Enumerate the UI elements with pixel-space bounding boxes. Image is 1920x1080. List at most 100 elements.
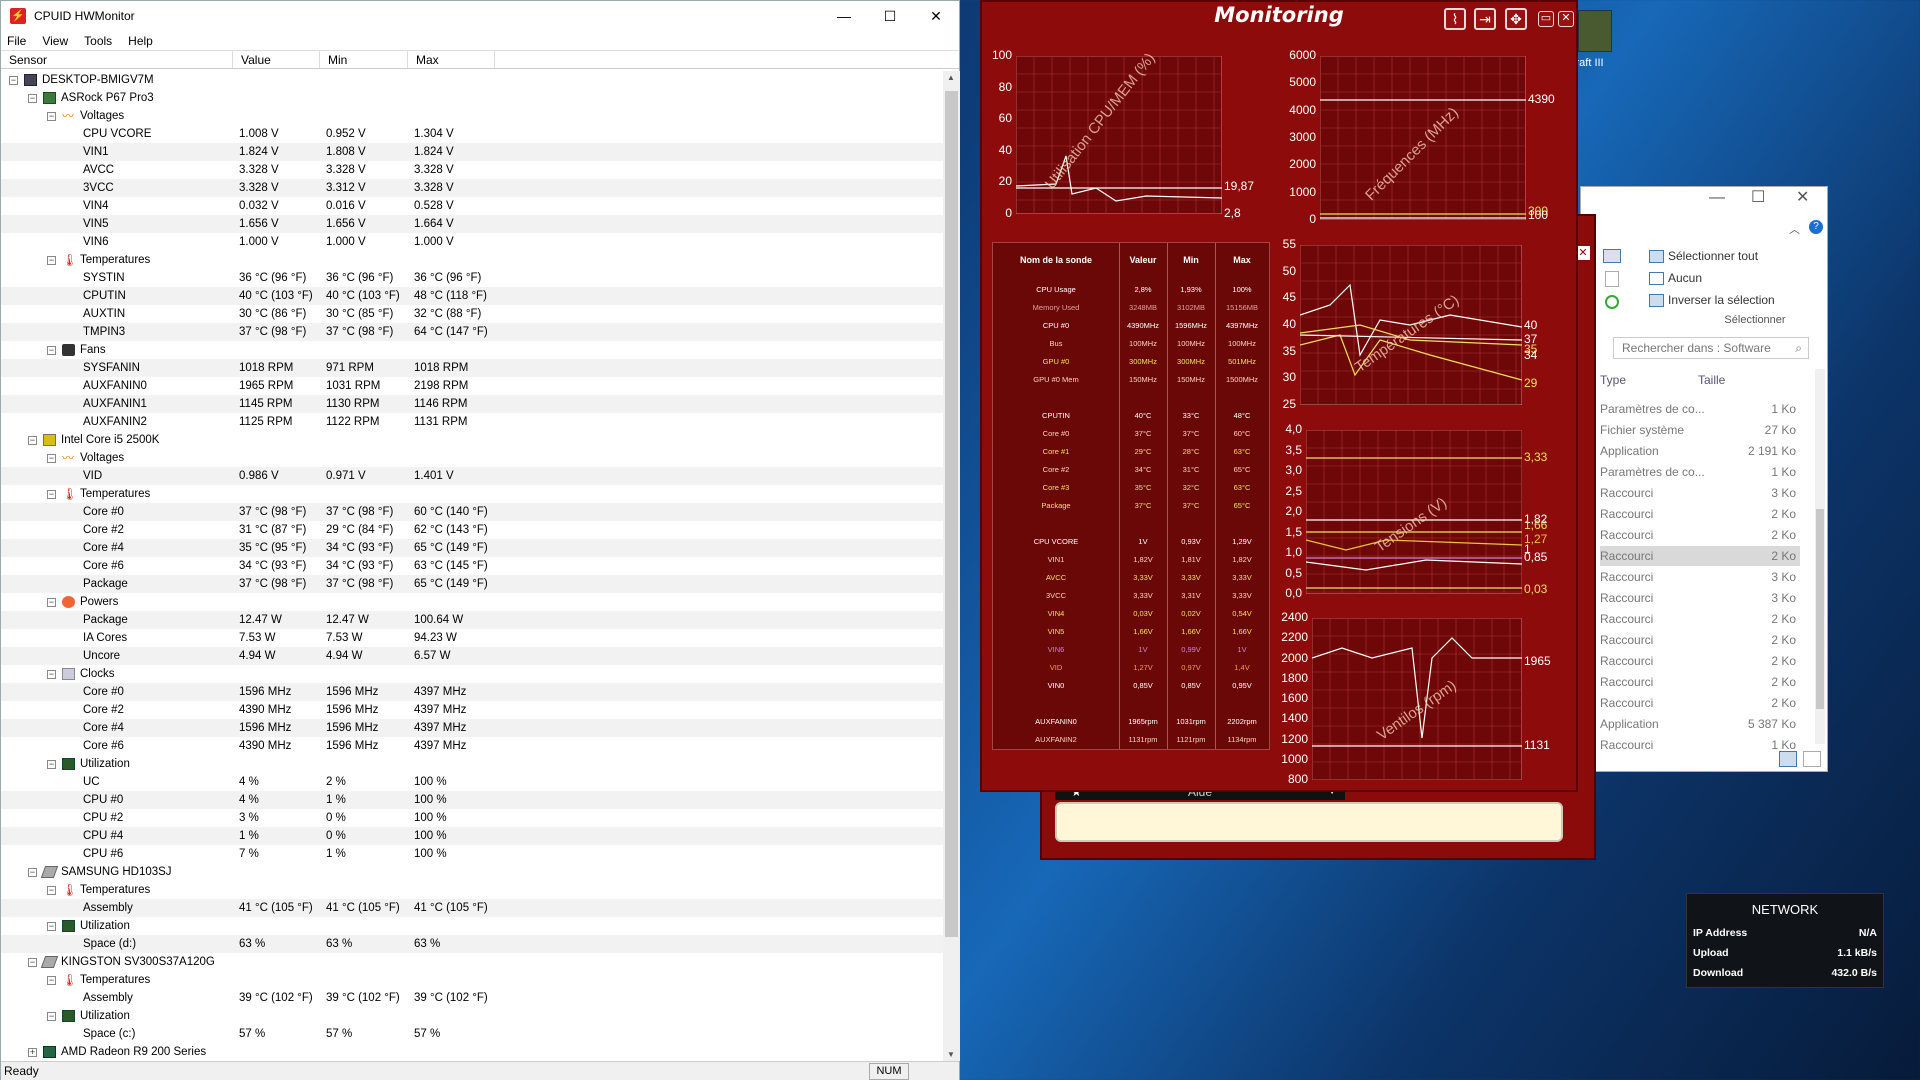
desktop-game-icon[interactable] bbox=[1578, 10, 1612, 52]
close-icon[interactable]: ✕ bbox=[1576, 246, 1590, 260]
sensor-row[interactable]: Core #0 1596 MHz 1596 MHz 4397 MHz bbox=[1, 683, 943, 701]
close-icon[interactable]: ✕ bbox=[913, 1, 959, 31]
explorer-scrollbar[interactable] bbox=[1815, 369, 1825, 744]
close-icon[interactable]: ✕ bbox=[1796, 187, 1809, 207]
sensor-row[interactable]: Core #4 35 °C (95 °F) 34 °C (93 °F) 65 °C (… bbox=[1, 539, 943, 557]
minimize-icon[interactable]: ▭ bbox=[1538, 11, 1554, 27]
details-view-icon[interactable] bbox=[1779, 751, 1797, 767]
column-sensor[interactable]: Sensor bbox=[1, 51, 233, 68]
view-toggle-icon[interactable] bbox=[1603, 249, 1621, 263]
menu-file[interactable]: File bbox=[7, 34, 26, 48]
export-icon[interactable]: ⇥ bbox=[1474, 8, 1496, 30]
expand-toggle-icon[interactable]: − bbox=[28, 867, 37, 877]
expand-toggle-icon[interactable]: − bbox=[47, 597, 56, 607]
minimize-icon[interactable]: — bbox=[1709, 189, 1725, 207]
tree-node-row[interactable]: − Powers bbox=[1, 593, 943, 611]
file-list-row[interactable]: Fichier système 27 Ko bbox=[1600, 420, 1800, 440]
sensor-row[interactable]: Core #2 4390 MHz 1596 MHz 4397 MHz bbox=[1, 701, 943, 719]
sensor-row[interactable]: Core #4 1596 MHz 1596 MHz 4397 MHz bbox=[1, 719, 943, 737]
sensor-row[interactable]: VIN5 1.656 V 1.656 V 1.664 V bbox=[1, 215, 943, 233]
refresh-icon[interactable] bbox=[1605, 295, 1619, 309]
sensor-row[interactable]: CPUTIN 40 °C (103 °F) 40 °C (103 °F) 48 °C … bbox=[1, 287, 943, 305]
sensor-row[interactable]: IA Cores 7.53 W 7.53 W 94.23 W bbox=[1, 629, 943, 647]
file-list-row[interactable]: Raccourci 3 Ko bbox=[1600, 588, 1800, 608]
sensor-row[interactable]: Core #6 4390 MHz 1596 MHz 4397 MHz bbox=[1, 737, 943, 755]
search-input[interactable]: Rechercher dans : Software ⌕ bbox=[1613, 337, 1809, 359]
expand-toggle-icon[interactable]: − bbox=[47, 255, 56, 265]
tree-node-row[interactable]: + AMD Radeon R9 200 Series bbox=[1, 1043, 943, 1061]
tree-node-row[interactable]: − 〰 Voltages bbox=[1, 107, 943, 125]
sensor-row[interactable]: CPU #2 3 % 0 % 100 % bbox=[1, 809, 943, 827]
tree-node-row[interactable]: − Utilization bbox=[1, 917, 943, 935]
maximize-icon[interactable]: ☐ bbox=[867, 1, 913, 31]
file-list-row[interactable]: Raccourci 2 Ko bbox=[1600, 546, 1800, 566]
sensor-row[interactable]: AUXFANIN2 1125 RPM 1122 RPM 1131 RPM bbox=[1, 413, 943, 431]
tree-node-row[interactable]: − 〰 Voltages bbox=[1, 449, 943, 467]
select-none-button[interactable]: Aucun bbox=[1649, 271, 1702, 285]
tree-node-row[interactable]: − 🌡 Temperatures bbox=[1, 881, 943, 899]
file-list-row[interactable]: Raccourci 3 Ko bbox=[1600, 567, 1800, 587]
expand-toggle-icon[interactable]: + bbox=[28, 1047, 37, 1057]
sensor-row[interactable]: UC 4 % 2 % 100 % bbox=[1, 773, 943, 791]
tree-node-row[interactable]: − 🌡 Temperatures bbox=[1, 485, 943, 503]
sensor-row[interactable]: AUXFANIN0 1965 RPM 1031 RPM 2198 RPM bbox=[1, 377, 943, 395]
sensor-row[interactable]: CPU #6 7 % 1 % 100 % bbox=[1, 845, 943, 863]
sensor-row[interactable]: Assembly 41 °C (105 °F) 41 °C (105 °F) 41 °… bbox=[1, 899, 943, 917]
file-list-row[interactable]: Raccourci 2 Ko bbox=[1600, 504, 1800, 524]
select-all-button[interactable]: Sélectionner tout bbox=[1649, 249, 1758, 263]
file-list-row[interactable]: Raccourci 2 Ko bbox=[1600, 609, 1800, 629]
expand-toggle-icon[interactable]: − bbox=[47, 111, 56, 121]
sensor-row[interactable]: VIN6 1.000 V 1.000 V 1.000 V bbox=[1, 233, 943, 251]
title-bar[interactable]: ⚡ CPUID HWMonitor — ☐ ✕ bbox=[1, 1, 959, 31]
column-type[interactable]: Type bbox=[1600, 373, 1626, 387]
sensor-row[interactable]: Uncore 4.94 W 4.94 W 6.57 W bbox=[1, 647, 943, 665]
expand-toggle-icon[interactable]: − bbox=[28, 957, 37, 967]
tree-node-row[interactable]: − SAMSUNG HD103SJ bbox=[1, 863, 943, 881]
scroll-up-icon[interactable]: ▲ bbox=[947, 73, 955, 82]
expand-toggle-icon[interactable]: − bbox=[9, 75, 18, 85]
file-list-row[interactable]: Application 2 191 Ko bbox=[1600, 441, 1800, 461]
expand-toggle-icon[interactable]: − bbox=[47, 975, 56, 985]
expand-toggle-icon[interactable]: − bbox=[28, 93, 37, 103]
sensor-row[interactable]: CPU #4 1 % 0 % 100 % bbox=[1, 827, 943, 845]
scroll-thumb[interactable] bbox=[945, 91, 958, 937]
file-list-row[interactable]: Application 5 387 Ko bbox=[1600, 714, 1800, 734]
column-value[interactable]: Value bbox=[233, 51, 320, 68]
sensor-row[interactable]: AVCC 3.328 V 3.328 V 3.328 V bbox=[1, 161, 943, 179]
sensor-row[interactable]: TMPIN3 37 °C (98 °F) 37 °C (98 °F) 64 °C (1… bbox=[1, 323, 943, 341]
menu-tools[interactable]: Tools bbox=[84, 34, 112, 48]
scroll-down-icon[interactable]: ▼ bbox=[947, 1050, 955, 1059]
sensor-row[interactable]: Assembly 39 °C (102 °F) 39 °C (102 °F) 39 °… bbox=[1, 989, 943, 1007]
tiles-view-icon[interactable] bbox=[1803, 751, 1821, 767]
sensor-row[interactable]: Space (c:) 57 % 57 % 57 % bbox=[1, 1025, 943, 1043]
sensor-row[interactable]: Core #2 31 °C (87 °F) 29 °C (84 °F) 62 °C (… bbox=[1, 521, 943, 539]
tree-node-row[interactable]: − DESKTOP-BMIGV7M bbox=[1, 71, 943, 89]
file-list-row[interactable]: Raccourci 1 Ko bbox=[1600, 735, 1800, 755]
column-size[interactable]: Taille bbox=[1698, 373, 1725, 387]
sensor-row[interactable]: VID 0.986 V 0.971 V 1.401 V bbox=[1, 467, 943, 485]
file-list-row[interactable]: Raccourci 2 Ko bbox=[1600, 525, 1800, 545]
tree-node-row[interactable]: − KINGSTON SV300S37A120G bbox=[1, 953, 943, 971]
file-list-row[interactable]: Raccourci 2 Ko bbox=[1600, 672, 1800, 692]
file-list-row[interactable]: Raccourci 2 Ko bbox=[1600, 693, 1800, 713]
sensor-row[interactable]: SYSFANIN 1018 RPM 971 RPM 1018 RPM bbox=[1, 359, 943, 377]
tree-node-row[interactable]: − Utilization bbox=[1, 755, 943, 773]
sensor-row[interactable]: SYSTIN 36 °C (96 °F) 36 °C (96 °F) 36 °C (9… bbox=[1, 269, 943, 287]
tree-node-row[interactable]: − Intel Core i5 2500K bbox=[1, 431, 943, 449]
chevron-up-icon[interactable]: ︿ bbox=[1789, 221, 1800, 237]
sensor-row[interactable]: CPU #0 4 % 1 % 100 % bbox=[1, 791, 943, 809]
file-list-row[interactable]: Raccourci 2 Ko bbox=[1600, 651, 1800, 671]
tree-node-row[interactable]: − Utilization bbox=[1, 1007, 943, 1025]
maximize-icon[interactable]: ☐ bbox=[1751, 187, 1765, 207]
sensor-row[interactable]: VIN4 0.032 V 0.016 V 0.528 V bbox=[1, 197, 943, 215]
invert-selection-button[interactable]: Inverser la sélection bbox=[1649, 293, 1775, 307]
expand-toggle-icon[interactable]: − bbox=[47, 759, 56, 769]
menu-view[interactable]: View bbox=[42, 34, 68, 48]
expand-toggle-icon[interactable]: − bbox=[47, 345, 56, 355]
expand-toggle-icon[interactable]: − bbox=[28, 435, 37, 445]
expand-toggle-icon[interactable]: − bbox=[47, 453, 56, 463]
sensor-row[interactable]: Space (d:) 63 % 63 % 63 % bbox=[1, 935, 943, 953]
file-list-row[interactable]: Raccourci 2 Ko bbox=[1600, 630, 1800, 650]
column-max[interactable]: Max bbox=[408, 51, 495, 68]
tree-node-row[interactable]: − Fans bbox=[1, 341, 943, 359]
